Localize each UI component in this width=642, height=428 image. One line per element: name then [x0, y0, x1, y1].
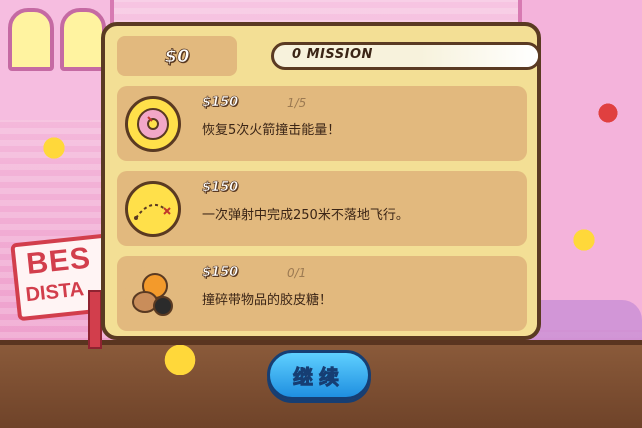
continue-button-label: 继续 — [293, 364, 345, 389]
mission-description: 撞碎带物品的胶皮糖！ — [202, 293, 333, 308]
mission-bar-fade — [418, 45, 538, 67]
mission-description: 恢复5次火箭撞击能量！ — [202, 123, 341, 138]
background-building-left — [0, 0, 114, 120]
yellow-splat — [150, 345, 210, 375]
mission-reward: $150 — [202, 95, 239, 111]
background-window — [60, 8, 106, 71]
missions-count-label: 0 MISSION — [292, 47, 373, 62]
background-window — [8, 8, 54, 71]
mission-progress: 1/5 — [287, 96, 307, 110]
yellow-splat — [566, 225, 602, 255]
bomb-candy-icon — [125, 266, 181, 322]
yellow-splat — [36, 133, 72, 163]
mission-row-2: $150 一次弹射中完成250米不落地飞行。 — [117, 171, 527, 246]
mission-row-3: $150 0/1 撞碎带物品的胶皮糖！ — [117, 256, 527, 331]
missions-progress-bar: 0 MISSION — [271, 42, 541, 70]
mission-description: 一次弹射中完成250米不落地飞行。 — [202, 208, 409, 223]
mission-reward: $150 — [202, 265, 239, 281]
red-splat — [590, 98, 626, 128]
donut-icon — [125, 96, 181, 152]
money-amount: $0 — [164, 45, 190, 67]
mission-row-1: $150 1/5 恢复5次火箭撞击能量！ — [117, 86, 527, 161]
money-display: $0 — [117, 36, 237, 76]
mission-progress: 0/1 — [287, 266, 307, 280]
mission-reward: $150 — [202, 180, 239, 196]
sign-text-line1: BES — [24, 241, 93, 281]
trajectory-icon — [125, 181, 181, 237]
missions-panel: $0 0 MISSION $150 1/5 恢复5次火箭撞击能量！ $150 一… — [101, 22, 541, 340]
continue-button[interactable]: 继续 — [267, 350, 371, 400]
sign-post — [88, 290, 102, 349]
sign-text-line2: DISTA — [24, 278, 86, 307]
